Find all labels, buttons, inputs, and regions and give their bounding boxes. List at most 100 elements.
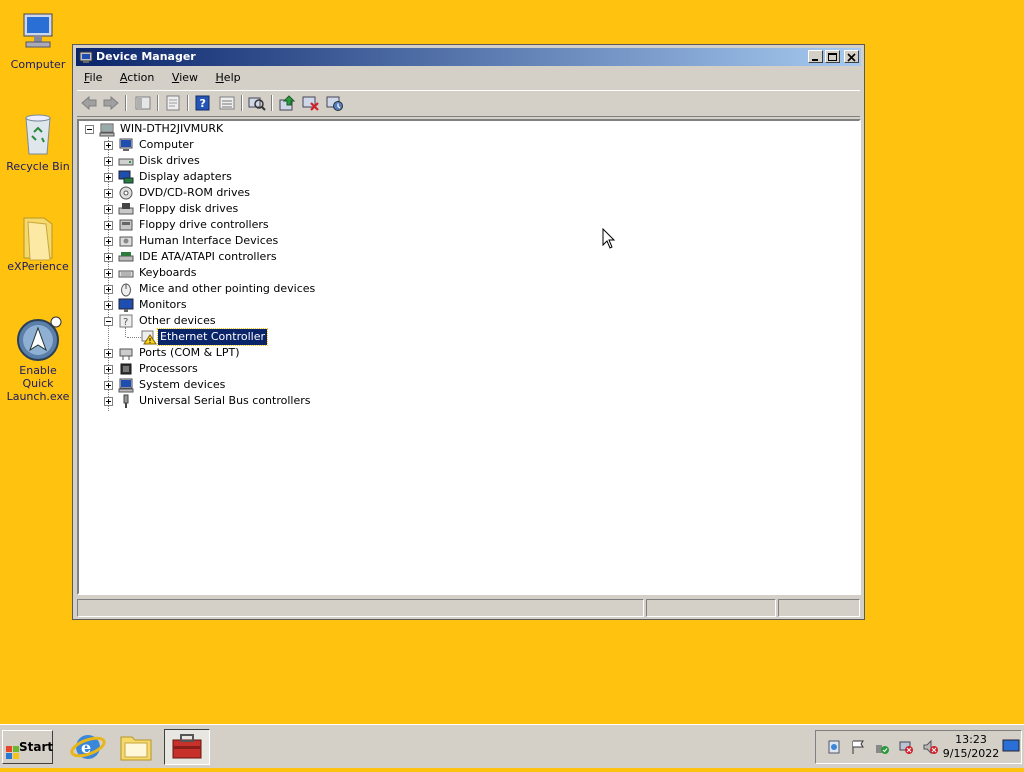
volume-muted-icon[interactable] <box>922 739 938 755</box>
tree-category-keyboards[interactable]: Keyboards <box>104 265 424 281</box>
expand-toggle[interactable] <box>104 285 113 294</box>
menu-rest: iew <box>179 71 199 84</box>
floppy-controller-icon <box>118 217 134 233</box>
scan-hardware-button[interactable] <box>247 94 267 112</box>
menu-rest: ction <box>127 71 155 84</box>
tree-category-label: Other devices <box>139 314 216 327</box>
server-manager-icon[interactable] <box>826 739 842 755</box>
tree-category-floppy-disk-drives[interactable]: Floppy disk drives <box>104 201 424 217</box>
tree-category-computer[interactable]: Computer <box>104 137 424 153</box>
menu-file[interactable]: File <box>77 68 109 87</box>
maximize-icon <box>828 53 837 61</box>
tree-category-ide-ata-atapi-controllers[interactable]: IDE ATA/ATAPI controllers <box>104 249 424 265</box>
expand-toggle[interactable] <box>104 173 113 182</box>
network-ok-icon[interactable] <box>874 739 890 755</box>
close-icon <box>847 53 856 62</box>
forward-button[interactable] <box>101 94 121 112</box>
desktop-icon-experience[interactable]: eXPerience <box>0 212 76 273</box>
expand-toggle[interactable] <box>104 301 113 310</box>
toolbar-separator <box>271 95 273 111</box>
tree-category-disk-drives[interactable]: Disk drives <box>104 153 424 169</box>
toolbar-separator <box>125 95 127 111</box>
collapse-toggle[interactable] <box>85 125 94 134</box>
details-button[interactable] <box>217 94 237 112</box>
menu-action[interactable]: Action <box>113 68 161 87</box>
tree-category-processors[interactable]: Processors <box>104 361 424 377</box>
expand-toggle[interactable] <box>104 397 113 406</box>
tree-category-floppy-drive-controllers[interactable]: Floppy drive controllers <box>104 217 424 233</box>
tree-root-node[interactable]: WIN-DTH2JIVMURK <box>85 121 285 137</box>
toolbar-separator <box>157 95 159 111</box>
expand-toggle[interactable] <box>104 237 113 246</box>
tree-category-system-devices[interactable]: System devices <box>104 377 424 393</box>
menu-view[interactable]: View <box>165 68 205 87</box>
help-icon: ? <box>195 95 210 111</box>
menu-help[interactable]: Help <box>209 68 248 87</box>
expand-toggle[interactable] <box>104 269 113 278</box>
update-driver-icon <box>279 95 296 111</box>
expand-toggle[interactable] <box>104 141 113 150</box>
taskbar-device-manager[interactable] <box>164 729 210 765</box>
properties-button[interactable] <box>163 94 183 112</box>
device-manager-window[interactable]: Device Manager File Action View Help ? W… <box>72 44 865 620</box>
collapse-toggle[interactable] <box>104 317 113 326</box>
computer-icon <box>118 137 134 153</box>
desktop-icon-recycle-bin[interactable]: Recycle Bin <box>0 112 76 173</box>
window-titlebar[interactable]: Device Manager <box>76 48 861 66</box>
desktop-icon-enable-quick-launch[interactable]: Enable Quick Launch.exe <box>0 316 76 403</box>
quick-launch-ie[interactable]: e <box>68 729 108 765</box>
clock-date: 9/15/2022 <box>942 747 1000 760</box>
expand-toggle[interactable] <box>104 205 113 214</box>
tree-category-mice-and-other-pointing-devices[interactable]: Mice and other pointing devices <box>104 281 424 297</box>
show-hide-console-tree-icon <box>135 96 151 110</box>
disable-button[interactable] <box>325 94 345 112</box>
update-driver-button[interactable] <box>277 94 297 112</box>
tree-category-human-interface-devices[interactable]: Human Interface Devices <box>104 233 424 249</box>
tree-category-universal-serial-bus-controllers[interactable]: Universal Serial Bus controllers <box>104 393 424 409</box>
show-desktop-icon[interactable] <box>1002 738 1020 754</box>
clock[interactable]: 13:23 9/15/2022 <box>940 733 1002 761</box>
tree-category-other-devices[interactable]: ? Other devices <box>104 313 424 329</box>
tree-category-label: Human Interface Devices <box>139 234 279 247</box>
warning-device-icon <box>141 329 157 345</box>
expand-toggle[interactable] <box>104 157 113 166</box>
status-panel-2 <box>646 599 776 617</box>
network-disconnected-icon[interactable] <box>898 739 914 755</box>
desktop-icon-computer[interactable]: Computer <box>0 10 76 71</box>
maximize-button[interactable] <box>825 50 840 63</box>
tree-category-label: Processors <box>139 362 198 375</box>
flag-icon[interactable] <box>850 739 866 755</box>
tree-category-dvd-cd-rom-drives[interactable]: DVD/CD-ROM drives <box>104 185 424 201</box>
expand-toggle[interactable] <box>104 253 113 262</box>
forward-icon <box>103 95 119 111</box>
expand-toggle[interactable] <box>104 381 113 390</box>
tree-category-ports-com-lpt[interactable]: Ports (COM & LPT) <box>104 345 424 361</box>
system-tray: 13:23 9/15/2022 <box>815 730 1022 764</box>
expand-toggle[interactable] <box>104 221 113 230</box>
expand-toggle[interactable] <box>104 349 113 358</box>
desktop-icon-label: Recycle Bin <box>6 160 70 173</box>
scan-hardware-icon <box>248 97 266 111</box>
tree-device-ethernet-controller[interactable]: Ethernet Controller <box>141 328 341 346</box>
close-button[interactable] <box>844 50 859 63</box>
expand-toggle[interactable] <box>104 365 113 374</box>
tree-category-monitors[interactable]: Monitors <box>104 297 424 313</box>
status-panel-3 <box>778 599 860 617</box>
show-hide-console-tree-button[interactable] <box>133 94 153 112</box>
expand-toggle[interactable] <box>104 189 113 198</box>
start-button[interactable]: Start <box>2 730 53 764</box>
tree-category-label: Keyboards <box>139 266 197 279</box>
quick-launch-explorer[interactable] <box>116 729 156 765</box>
help-button[interactable]: ? <box>193 94 213 112</box>
device-tree[interactable]: WIN-DTH2JIVMURK Computer Disk drives Displ… <box>77 119 861 595</box>
uninstall-button[interactable] <box>301 94 321 112</box>
tree-category-label: Monitors <box>139 298 187 311</box>
minimize-button[interactable] <box>808 50 823 63</box>
hid-icon <box>118 233 134 249</box>
tree-category-display-adapters[interactable]: Display adapters <box>104 169 424 185</box>
back-button[interactable] <box>79 94 99 112</box>
start-label: Start <box>19 740 54 754</box>
tree-category-label: Universal Serial Bus controllers <box>139 394 311 407</box>
tree-category-label: Disk drives <box>139 154 200 167</box>
taskbar: Start e 13:23 9/15/2022 <box>0 724 1024 768</box>
